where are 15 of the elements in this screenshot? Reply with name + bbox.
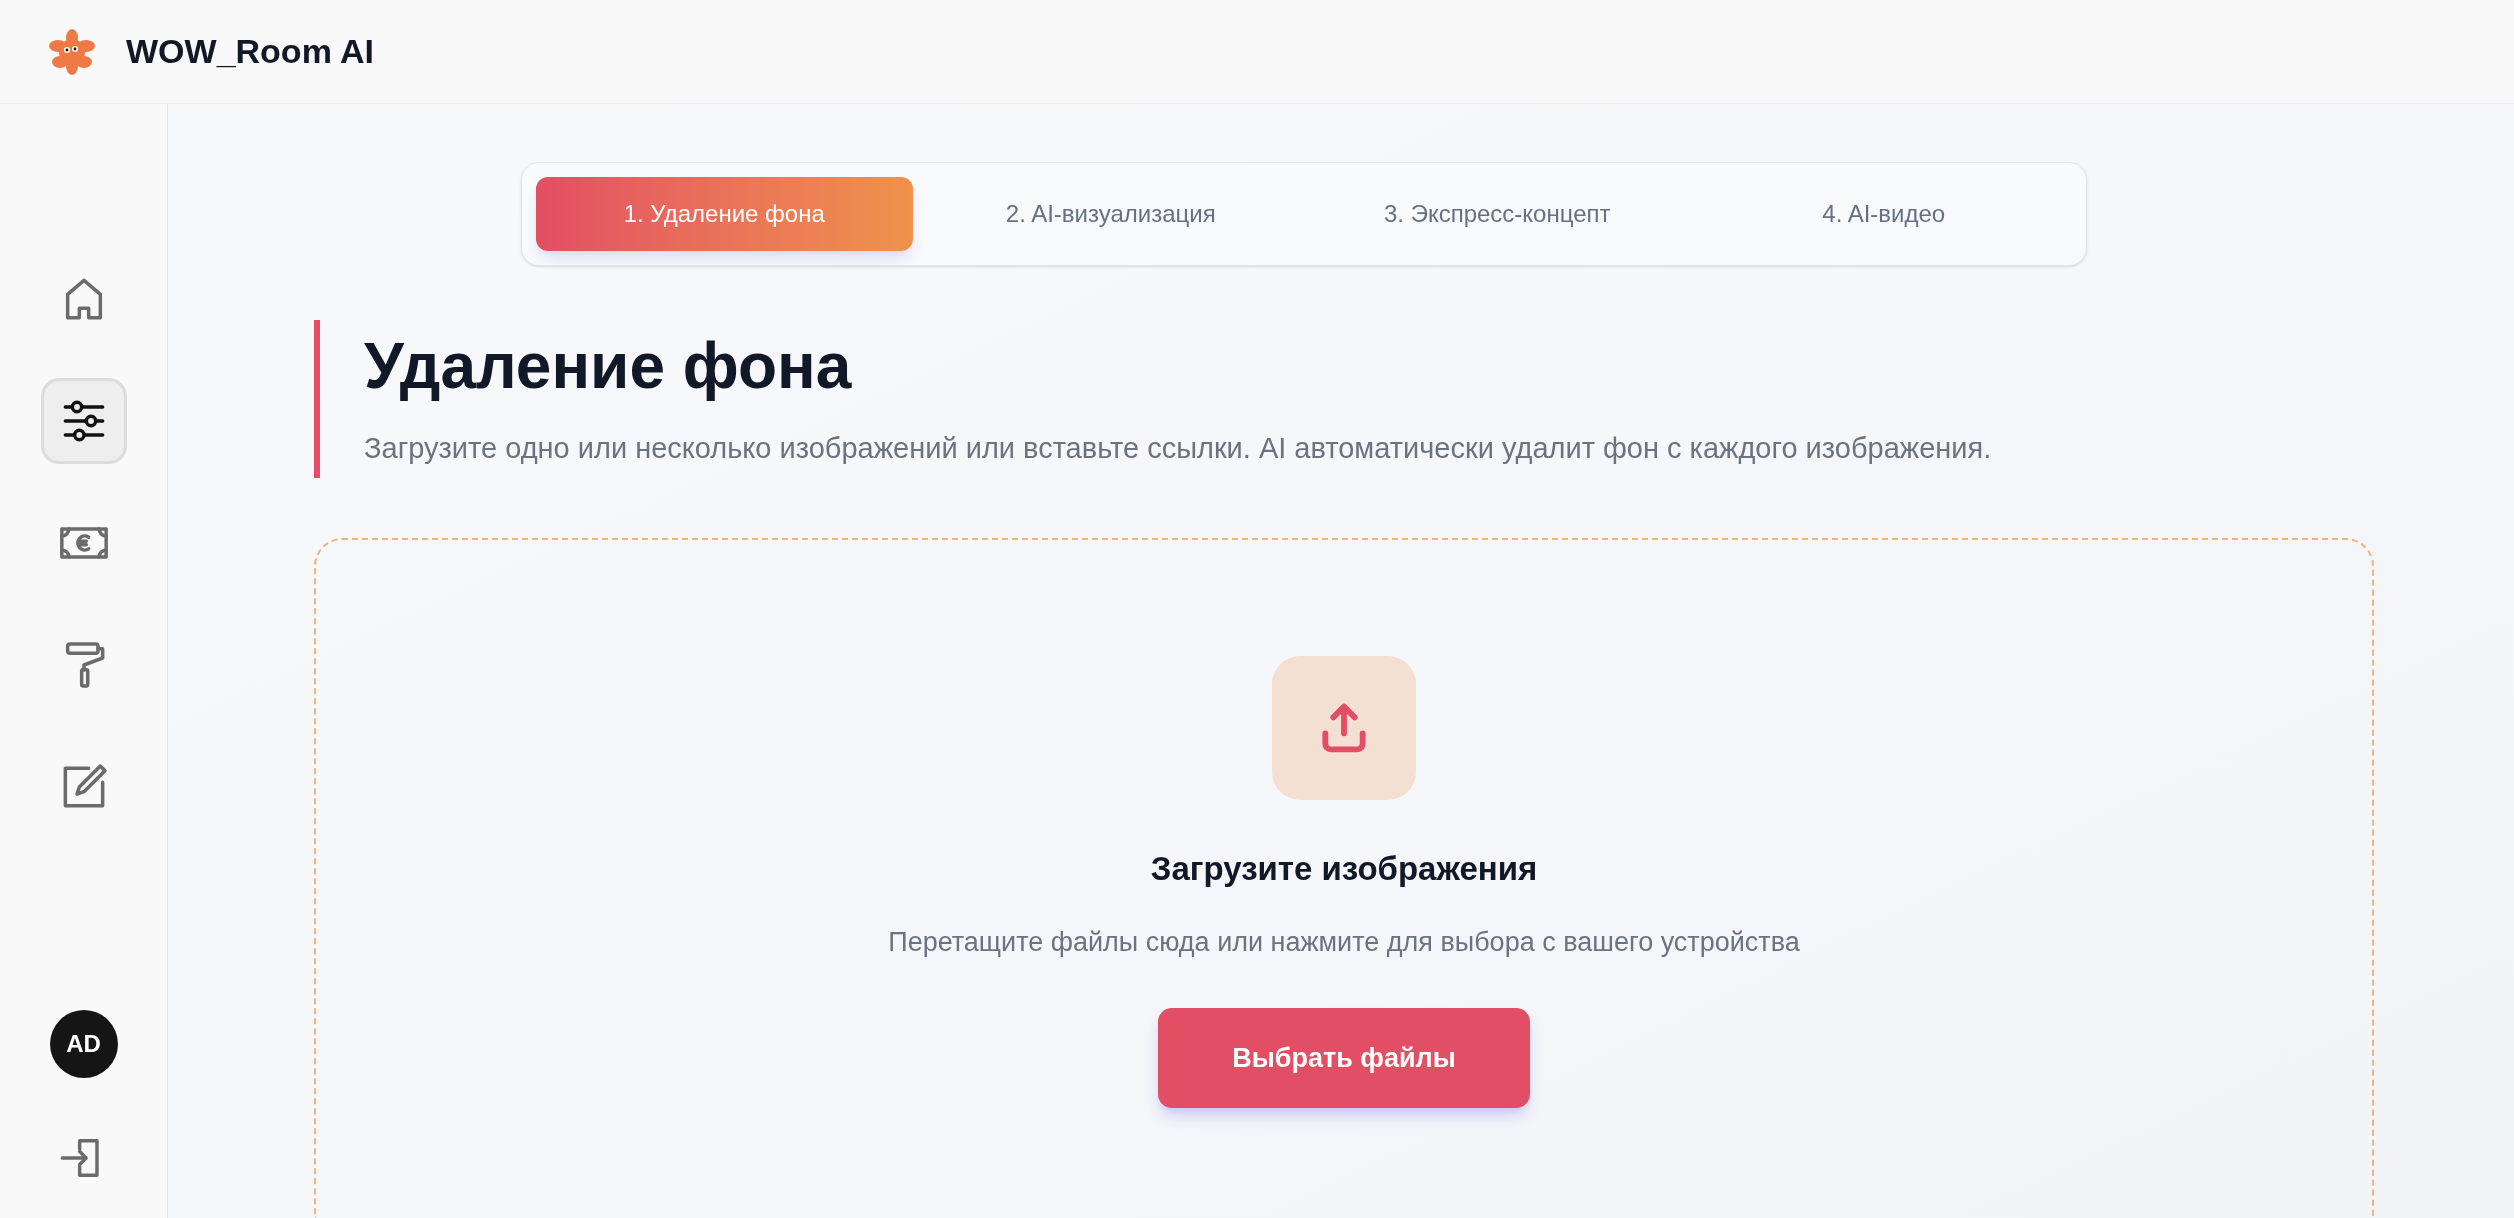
upload-icon [1272, 656, 1416, 801]
upload-hint: Перетащите файлы сюда или нажмите для выбора с вашего устройства [888, 925, 1800, 959]
choose-files-button[interactable]: Выбрать файлы [1158, 1008, 1530, 1109]
drop-zone[interactable]: Загрузите изображения Перетащите файлы сюда или нажмите для выбора с вашего устройства Выбрать файлы [314, 538, 2374, 1218]
page-description: Загрузите одно или несколько изображений или вставьте ссылки. AI автоматически удалит фон с каждого изображения. [364, 430, 1993, 466]
app-name: WOW_Room AI [126, 31, 375, 72]
flower-logo-icon [48, 28, 96, 75]
page-title: Удаление фона [364, 329, 853, 404]
upload-title: Загрузите изображения [1150, 849, 1538, 890]
step-tab[interactable]: 4. AI-видео [1695, 177, 2072, 251]
step-tab[interactable]: 1. Удаление фона [536, 177, 913, 251]
step-tab[interactable]: 2. AI-визуализация [922, 177, 1299, 251]
step-tab[interactable]: 3. Экспресс-концепт [1309, 177, 1686, 251]
sliders-icon[interactable] [40, 378, 127, 464]
user-avatar[interactable]: AD [49, 1010, 118, 1078]
